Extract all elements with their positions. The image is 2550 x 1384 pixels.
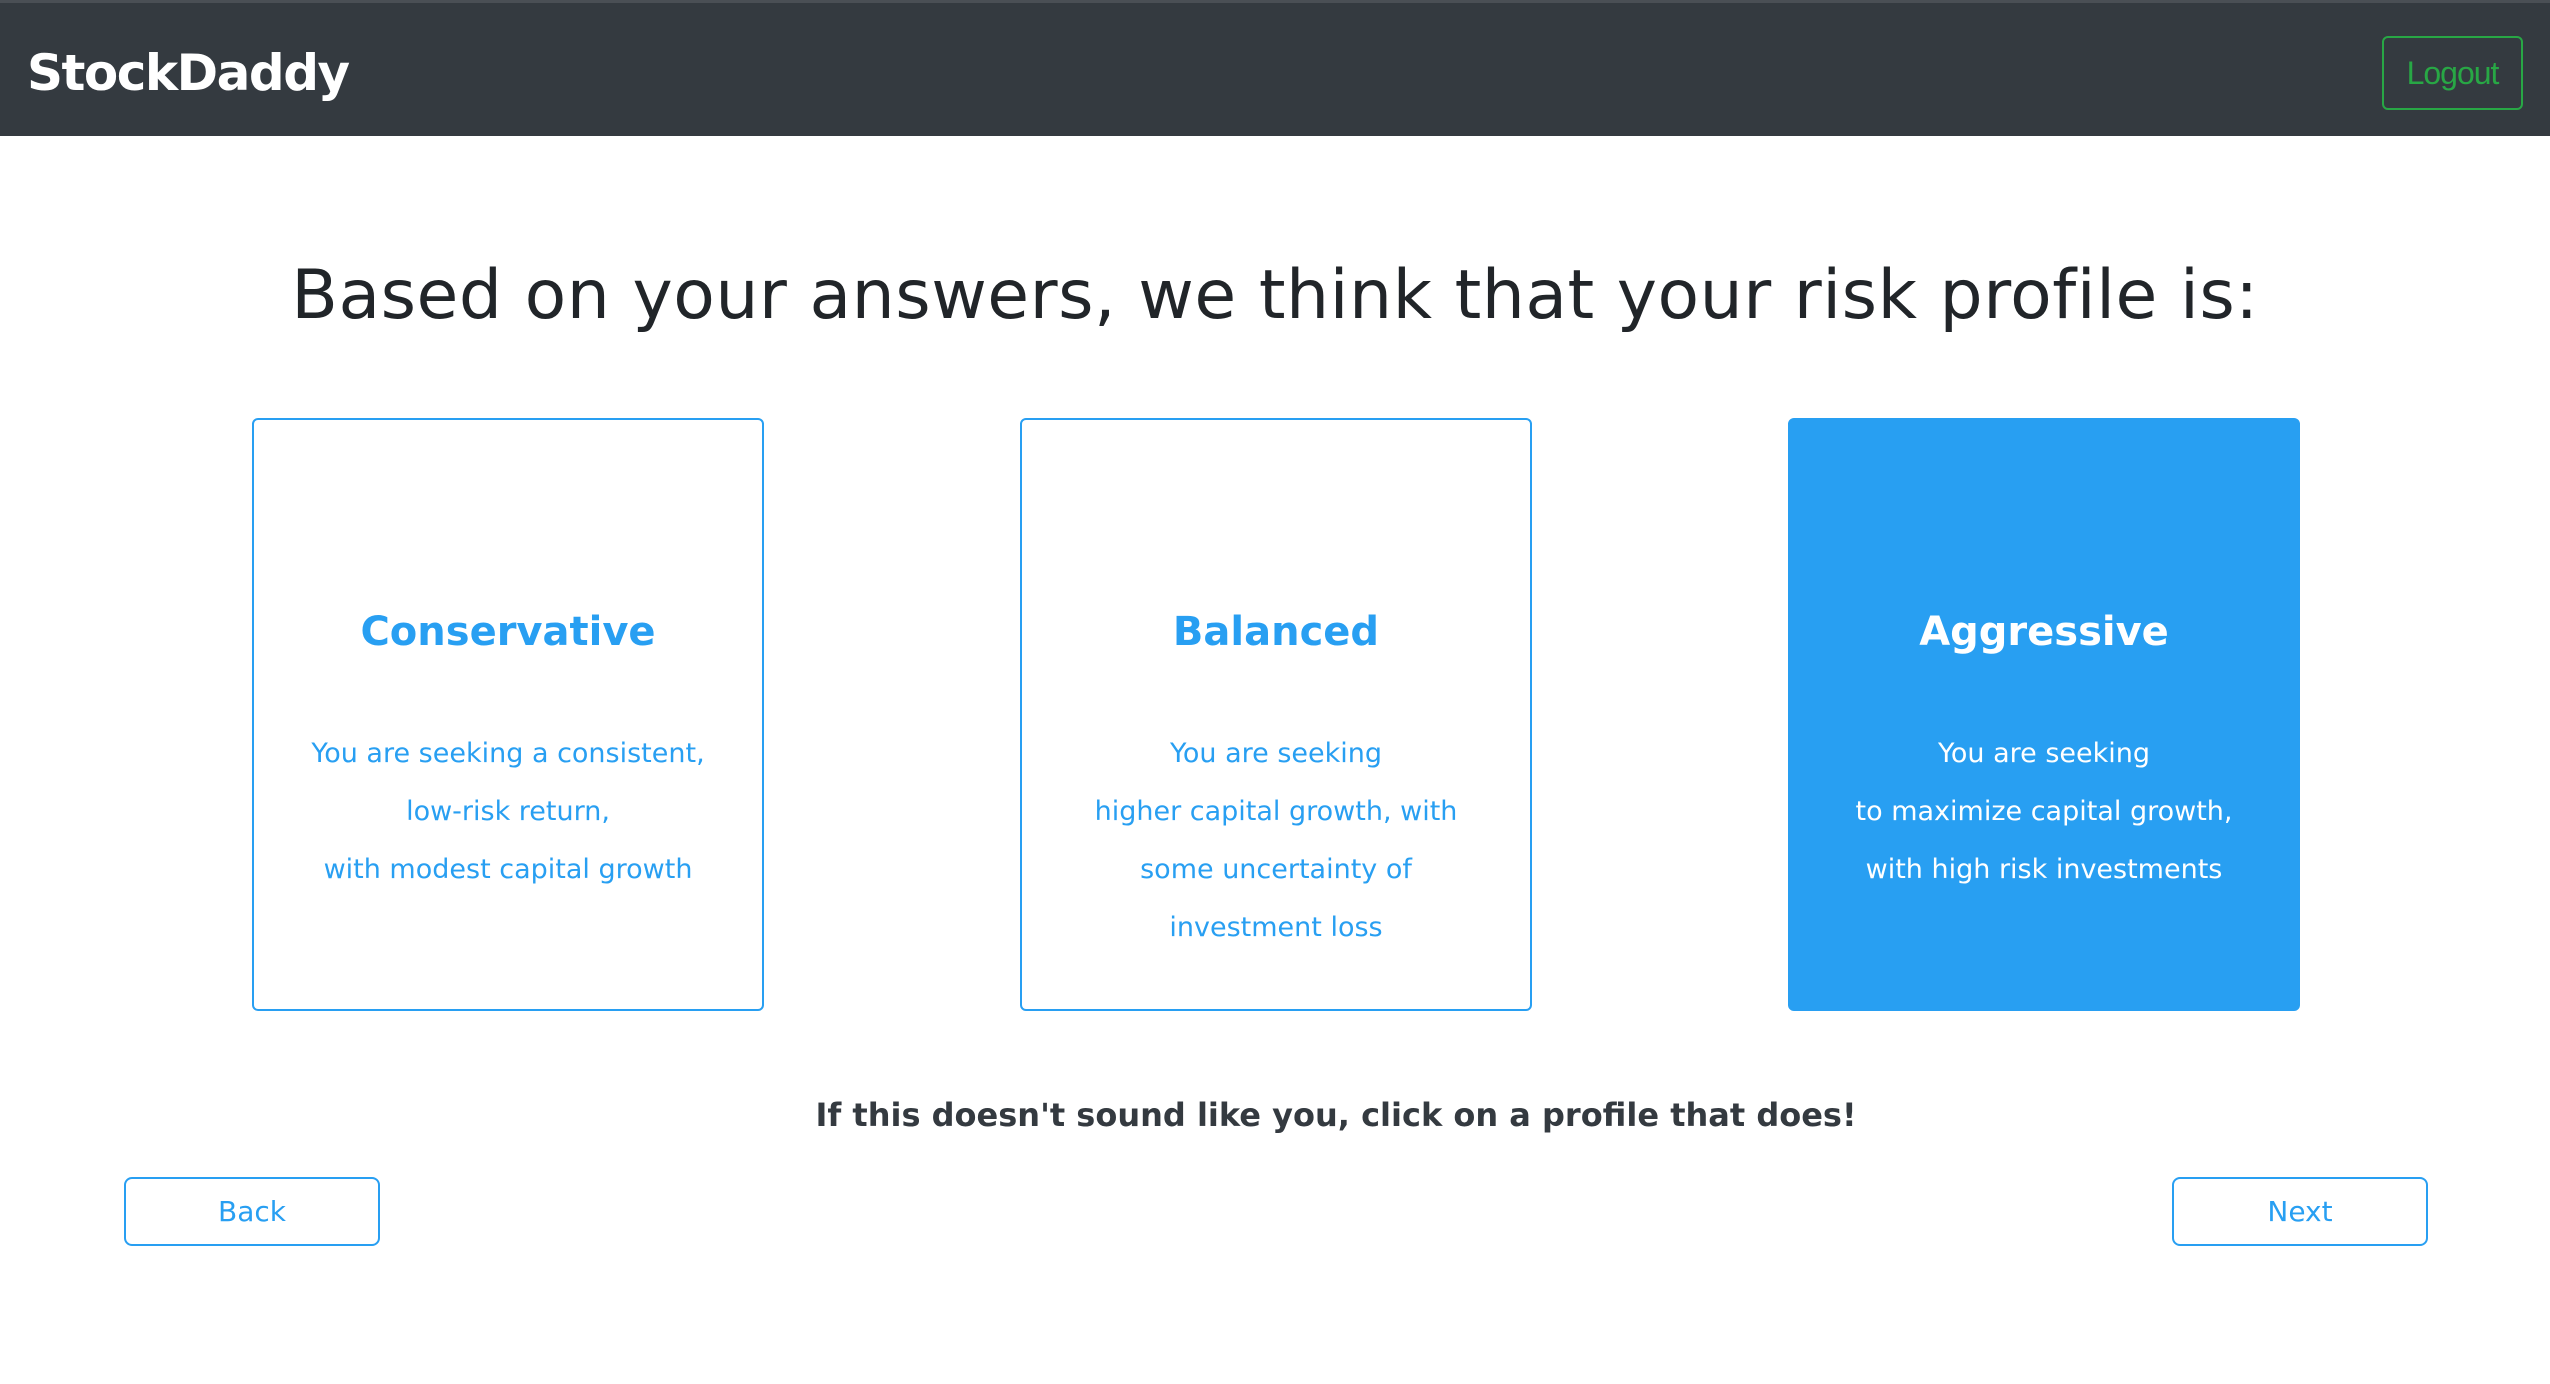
brand-logo[interactable]: StockDaddy bbox=[27, 39, 350, 107]
profile-description-line: investment loss bbox=[1169, 912, 1383, 943]
profile-description-line: You are seeking bbox=[1169, 738, 1383, 769]
profile-description-line: to maximize capital growth, bbox=[1855, 796, 2233, 827]
profile-description-line: You are seeking a consistent, bbox=[311, 738, 705, 769]
back-button[interactable]: Back bbox=[124, 1177, 380, 1246]
profile-title: Conservative bbox=[360, 609, 656, 655]
page-title: Based on your answers, we think that you… bbox=[291, 256, 2259, 335]
profile-description: You are seeking to maximize capital grow… bbox=[1790, 725, 2298, 899]
profile-description-line: higher capital growth, with bbox=[1094, 796, 1458, 827]
top-navbar: StockDaddy Logout bbox=[0, 0, 2550, 136]
profile-card-aggressive[interactable]: Aggressive You are seeking to maximize c… bbox=[1788, 418, 2300, 1011]
profile-card-balanced[interactable]: Balanced You are seeking higher capital … bbox=[1020, 418, 1532, 1011]
profile-description-line: low-risk return, bbox=[406, 796, 610, 827]
profile-description-line: some uncertainty of bbox=[1140, 854, 1412, 885]
profile-title: Aggressive bbox=[1919, 609, 2169, 655]
profile-card-conservative[interactable]: Conservative You are seeking a consisten… bbox=[252, 418, 764, 1011]
profile-description: You are seeking higher capital growth, w… bbox=[1022, 725, 1530, 957]
profile-title: Balanced bbox=[1172, 609, 1380, 655]
profile-description-line: You are seeking bbox=[1937, 738, 2151, 769]
profile-description: You are seeking a consistent, low-risk r… bbox=[254, 725, 762, 899]
profile-hint-text: If this doesn't sound like you, click on… bbox=[815, 1096, 1857, 1134]
profile-description-line: with modest capital growth bbox=[323, 854, 693, 885]
logout-button[interactable]: Logout bbox=[2382, 36, 2523, 110]
profile-description-line: with high risk investments bbox=[1865, 854, 2223, 885]
next-button[interactable]: Next bbox=[2172, 1177, 2428, 1246]
